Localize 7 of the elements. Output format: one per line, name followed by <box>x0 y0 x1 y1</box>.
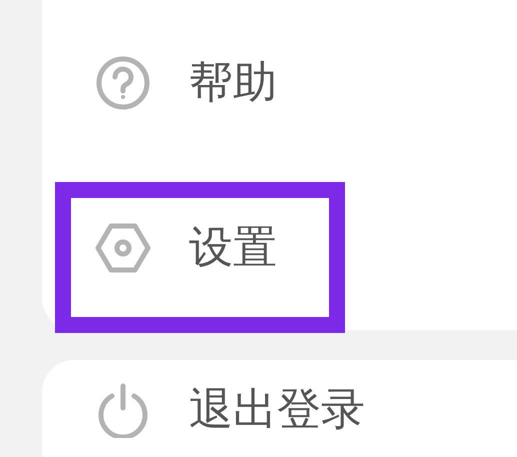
menu-item[interactable]: 设置 <box>42 165 517 330</box>
logout-item[interactable]: 退出登录 <box>42 382 365 438</box>
menu-label: 帮助 <box>189 60 277 104</box>
logout-label: 退出登录 <box>189 388 365 432</box>
menu-label: 设置 <box>189 226 277 270</box>
help-icon <box>95 54 151 110</box>
menu-item[interactable]: 帮助 <box>42 0 517 165</box>
